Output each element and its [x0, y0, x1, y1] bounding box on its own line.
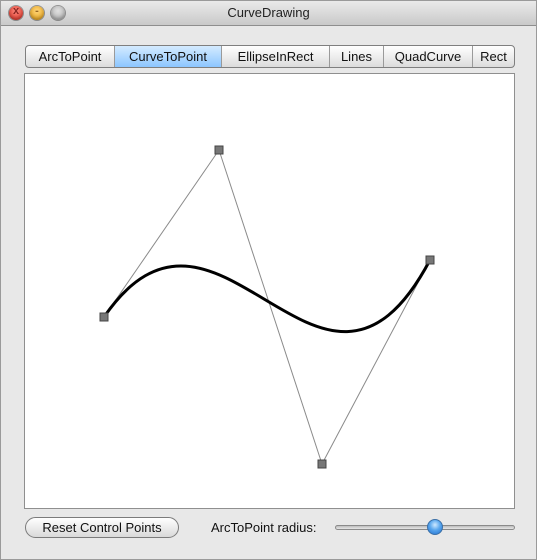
- drawing-mode-segmented-control: ArcToPoint CurveToPoint EllipseInRect Li…: [25, 45, 515, 68]
- end-point-handle[interactable]: [425, 255, 435, 265]
- start-point-handle[interactable]: [99, 312, 109, 322]
- title-bar[interactable]: x - CurveDrawing: [1, 1, 536, 26]
- drawing-canvas[interactable]: [24, 73, 515, 509]
- reset-control-points-button[interactable]: Reset Control Points: [25, 517, 179, 538]
- tab-arctopoint[interactable]: ArcToPoint: [26, 46, 115, 67]
- curvedrawing-window: x - CurveDrawing ArcToPoint CurveToPoint…: [0, 0, 537, 560]
- tab-curvetopoint[interactable]: CurveToPoint: [115, 46, 222, 67]
- tab-rect[interactable]: Rect: [473, 46, 514, 67]
- control-point-1-handle[interactable]: [214, 145, 224, 155]
- arctopoint-radius-slider-knob[interactable]: [426, 519, 443, 535]
- control-line-end: [321, 259, 431, 465]
- control-point-2-handle[interactable]: [317, 459, 327, 469]
- control-line-start: [103, 149, 220, 318]
- arctopoint-radius-slider-track[interactable]: [335, 525, 515, 530]
- curve-drawing-svg: [99, 145, 435, 469]
- arctopoint-radius-label: ArcToPoint radius:: [211, 520, 317, 535]
- tab-quadcurve[interactable]: QuadCurve: [384, 46, 473, 67]
- tab-ellipseinrect[interactable]: EllipseInRect: [222, 46, 330, 67]
- control-line-middle: [218, 149, 323, 465]
- window-title: CurveDrawing: [227, 5, 310, 20]
- tab-lines[interactable]: Lines: [330, 46, 384, 67]
